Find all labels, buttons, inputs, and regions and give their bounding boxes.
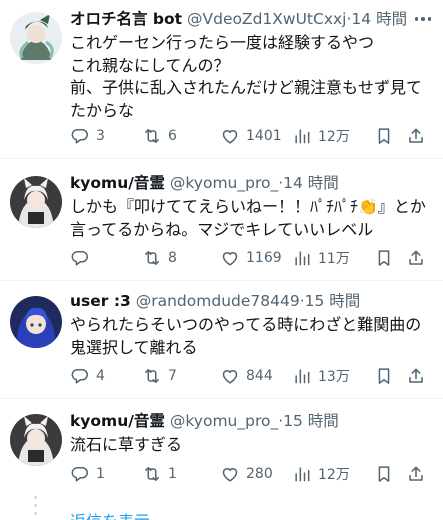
retweet-button[interactable]: 6 (142, 124, 177, 148)
avatar[interactable] (10, 176, 62, 228)
reply-icon (70, 248, 90, 268)
timestamp[interactable]: 15 時間 (283, 412, 339, 430)
tweet-text: 流石に草すぎる (70, 435, 183, 454)
tweet-text: しかも『叩けててえらいねー！！ﾊﾟﾁﾊﾟﾁ👏』とか言ってるからね。マジでキレてい… (70, 197, 426, 239)
like-button[interactable]: 844 (220, 364, 273, 388)
retweet-icon (142, 248, 162, 268)
views-button[interactable]: 11万 (292, 246, 350, 270)
reply-button[interactable]: 4 (70, 364, 105, 388)
reply-count: 4 (96, 368, 105, 384)
views-icon (292, 464, 312, 484)
white-haired-girl-avatar (10, 176, 62, 228)
retweet-icon (142, 464, 162, 484)
view-count: 13万 (318, 369, 350, 385)
thread-connector (33, 496, 39, 520)
reply-icon (70, 366, 90, 386)
reply-count: 1 (96, 466, 105, 482)
timestamp[interactable]: 14 時間 (283, 174, 339, 192)
timestamp[interactable]: 14 時間 (351, 10, 407, 28)
share-button[interactable] (406, 462, 426, 486)
tweet-text: やられたらそいつのやってる時にわざと難関曲の鬼選択して離れる (70, 315, 422, 357)
show-replies-link[interactable]: 返信を表示 (70, 508, 150, 520)
like-button[interactable]: 280 (220, 462, 273, 486)
share-button[interactable] (406, 124, 426, 148)
like-button[interactable]: 1401 (220, 124, 282, 148)
divider (0, 398, 443, 399)
retweet-icon (142, 366, 162, 386)
like-button[interactable]: 1169 (220, 246, 282, 270)
tweet[interactable]: kyomu/音霊 @kyomu_pro_·14 時間 しかも『叩けててえらいねー… (0, 172, 443, 280)
divider (0, 280, 443, 281)
avatar[interactable] (10, 12, 62, 64)
like-icon (220, 126, 240, 146)
bookmark-button[interactable] (374, 124, 394, 148)
share-icon (406, 366, 426, 386)
share-icon (406, 248, 426, 268)
views-button[interactable]: 13万 (292, 364, 350, 388)
more-icon[interactable] (411, 10, 435, 28)
share-button[interactable] (406, 246, 426, 270)
reply-button[interactable]: 1 (70, 462, 105, 486)
views-icon (292, 248, 312, 268)
display-name[interactable]: user :3 (70, 292, 131, 310)
handle[interactable]: @randomdude78449 (136, 292, 300, 310)
like-count: 844 (246, 368, 273, 384)
share-button[interactable] (406, 364, 426, 388)
bookmark-button[interactable] (374, 364, 394, 388)
retweet-icon (142, 126, 162, 146)
views-button[interactable]: 12万 (292, 462, 350, 486)
tweet[interactable]: オロチ名言 bot @VdeoZd1XwUtCxxj·14 時間 これゲーセン行… (0, 8, 443, 158)
reply-icon (70, 126, 90, 146)
retweet-count: 1 (168, 466, 177, 482)
bookmark-icon (374, 126, 394, 146)
share-icon (406, 464, 426, 484)
handle[interactable]: @VdeoZd1XwUtCxxj (187, 10, 346, 28)
white-haired-girl-avatar (10, 414, 62, 466)
display-name[interactable]: kyomu/音霊 (70, 412, 165, 430)
bookmark-icon (374, 248, 394, 268)
retweet-button[interactable]: 1 (142, 462, 177, 486)
retweet-count: 8 (168, 250, 177, 266)
view-count: 12万 (318, 467, 350, 483)
handle[interactable]: @kyomu_pro_ (170, 174, 278, 192)
retweet-button[interactable]: 8 (142, 246, 177, 270)
views-icon (292, 366, 312, 386)
bookmark-icon (374, 366, 394, 386)
reply-button[interactable]: 3 (70, 124, 105, 148)
reply-count: 3 (96, 128, 105, 144)
view-count: 11万 (318, 251, 350, 267)
reply-button[interactable] (70, 246, 96, 270)
views-icon (292, 126, 312, 146)
orochi-character-avatar (10, 12, 62, 64)
display-name[interactable]: オロチ名言 bot (70, 10, 182, 28)
timestamp[interactable]: 15 時間 (305, 292, 361, 310)
bookmark-icon (374, 464, 394, 484)
handle[interactable]: @kyomu_pro_ (170, 412, 278, 430)
like-icon (220, 464, 240, 484)
retweet-button[interactable]: 7 (142, 364, 177, 388)
divider (0, 158, 443, 159)
like-count: 1169 (246, 250, 282, 266)
retweet-count: 6 (168, 128, 177, 144)
bookmark-button[interactable] (374, 462, 394, 486)
like-count: 1401 (246, 128, 282, 144)
tweet[interactable]: user :3 @randomdude78449·15 時間 やられたらそいつの… (0, 290, 443, 398)
tweet[interactable]: kyomu/音霊 @kyomu_pro_·15 時間 流石に草すぎる 1 1 2… (0, 410, 443, 494)
bookmark-button[interactable] (374, 246, 394, 270)
like-icon (220, 248, 240, 268)
avatar[interactable] (10, 296, 62, 348)
avatar[interactable] (10, 414, 62, 466)
retweet-count: 7 (168, 368, 177, 384)
display-name[interactable]: kyomu/音霊 (70, 174, 165, 192)
share-icon (406, 126, 426, 146)
reply-icon (70, 464, 90, 484)
view-count: 12万 (318, 129, 350, 145)
like-icon (220, 366, 240, 386)
tweet-text: これゲーセン行ったら一度は経験するやつ これ親なにしてんの？ 前、子供に乱入され… (70, 33, 423, 120)
like-count: 280 (246, 466, 273, 482)
blue-haired-anime-avatar (10, 296, 62, 348)
views-button[interactable]: 12万 (292, 124, 350, 148)
